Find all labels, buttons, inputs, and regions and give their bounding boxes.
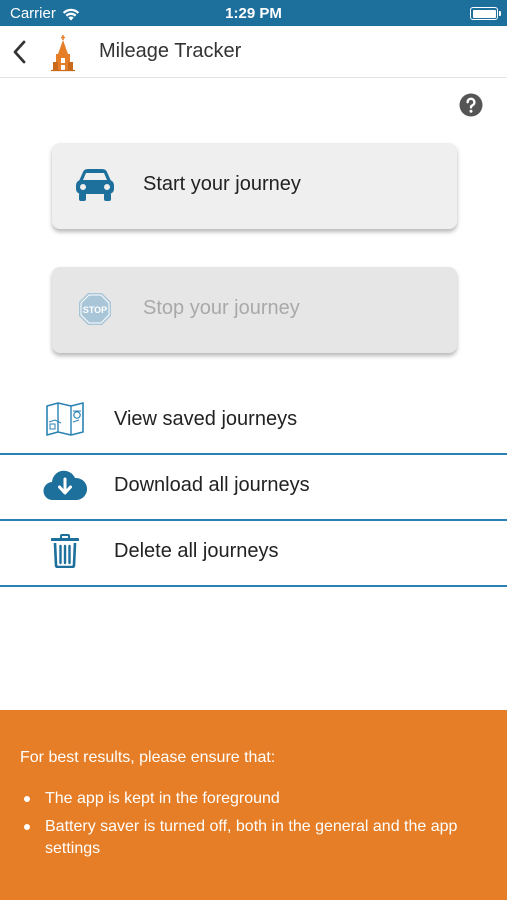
tips-list-item: Battery saver is turned off, both in the…: [20, 816, 480, 860]
status-time: 1:29 PM: [225, 5, 282, 22]
status-bar: Carrier 1:29 PM: [0, 0, 507, 26]
view-saved-journeys-label: View saved journeys: [114, 408, 298, 430]
question-circle-icon[interactable]: [459, 93, 483, 117]
stop-journey-button[interactable]: STOP Stop your journey: [52, 267, 457, 353]
delete-all-journeys-label: Delete all journeys: [114, 540, 279, 562]
tips-list: The app is kept in the foreground Batter…: [20, 788, 480, 866]
tips-list-item: The app is kept in the foreground: [20, 788, 480, 810]
chevron-left-icon[interactable]: [8, 38, 32, 66]
tips-panel: For best results, please ensure that: Th…: [0, 710, 507, 900]
download-all-journeys-label: Download all journeys: [114, 474, 310, 496]
trash-icon: [43, 533, 87, 569]
page-title: Mileage Tracker: [99, 40, 242, 62]
map-icon: [43, 401, 87, 437]
stop-sign-text: STOP: [83, 305, 107, 315]
nav-bar: Mileage Tracker: [0, 26, 507, 78]
battery-icon: [470, 7, 501, 20]
start-journey-button[interactable]: Start your journey: [52, 143, 457, 229]
tips-intro: For best results, please ensure that:: [20, 749, 276, 766]
delete-all-journeys-row[interactable]: Delete all journeys: [0, 519, 507, 585]
download-all-journeys-row[interactable]: Download all journeys: [0, 453, 507, 519]
view-saved-journeys-row[interactable]: View saved journeys: [0, 387, 507, 453]
stop-sign-icon: STOP: [74, 290, 116, 328]
start-journey-label: Start your journey: [143, 173, 301, 195]
church-logo-icon: [51, 35, 75, 72]
cloud-download-icon: [43, 467, 87, 503]
stop-journey-label: Stop your journey: [143, 297, 300, 319]
divider: [0, 585, 507, 587]
car-icon: [74, 166, 116, 204]
